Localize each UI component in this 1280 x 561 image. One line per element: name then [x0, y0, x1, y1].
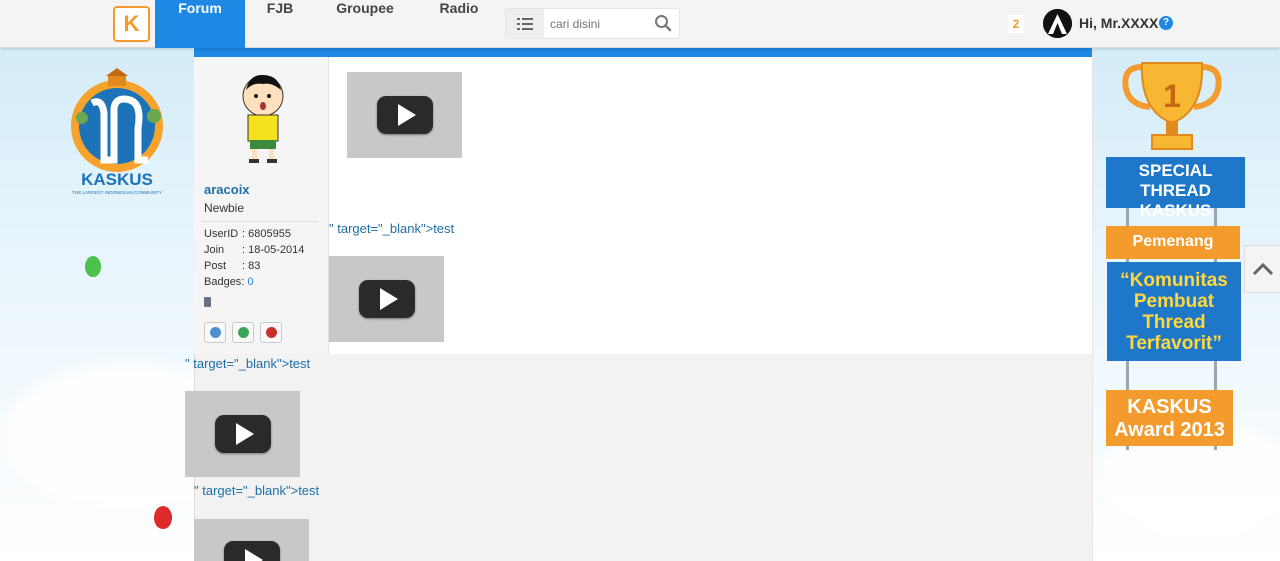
badges-link[interactable]: 0 [247, 276, 253, 288]
scroll-to-top-button[interactable] [1244, 245, 1280, 293]
award-banner: KASKUS Award 2013 [1106, 390, 1233, 446]
play-icon [223, 541, 280, 561]
user-avatar-icon [1043, 9, 1072, 38]
video-embed[interactable] [194, 519, 309, 561]
report-icon [265, 327, 277, 338]
nav-forum[interactable]: Forum [155, 0, 245, 48]
post-header-bar [194, 48, 1092, 57]
user-greeting[interactable]: Hi, Mr.XXXX [1079, 15, 1158, 31]
avatar[interactable] [1043, 9, 1072, 38]
special-thread-banner[interactable]: SPECIAL THREAD KASKUS [1106, 157, 1245, 220]
badge-icon [204, 297, 211, 307]
category-list-button[interactable] [506, 9, 544, 38]
meta-key: Join [204, 244, 225, 256]
nav-radio[interactable]: Radio [428, 0, 490, 48]
play-icon [376, 96, 433, 134]
meta-value: : 83 [242, 260, 261, 272]
user-rank: Newbie [204, 201, 245, 215]
kaskus-mascot-logo: KASKUS THE LARGEST INDONESIAN COMMUNITY [71, 68, 163, 195]
video-embed[interactable] [185, 391, 300, 477]
pemenang-banner: Pemenang [1106, 226, 1240, 259]
kaskus-logo-button[interactable]: K [113, 6, 150, 42]
post-overflow-area [194, 354, 1092, 561]
meta-key: Post [204, 260, 227, 272]
add-friend-icon [237, 327, 249, 338]
meta-value: : 6805955 [242, 228, 291, 240]
chevron-up-icon [1252, 262, 1273, 276]
user-meta-post: Post : 83 [204, 260, 260, 272]
search-icon[interactable] [654, 14, 672, 32]
user-avatar[interactable] [238, 72, 288, 164]
trophy-icon: 1 [1122, 62, 1222, 150]
broken-link-text[interactable]: " target="_blank">test [329, 221, 454, 236]
broken-link-text[interactable]: " target="_blank">test [185, 356, 310, 371]
play-icon [358, 280, 415, 318]
user-meta-join: Join : 18-05-2014 [204, 244, 304, 256]
balloon-decoration [85, 256, 101, 277]
meta-value: : 18-05-2014 [242, 244, 305, 256]
user-meta-badges: Badges: 0 [204, 276, 254, 288]
play-icon [214, 415, 271, 453]
nav-groupee[interactable]: Groupee [325, 0, 405, 48]
help-icon[interactable]: ? [1159, 16, 1173, 30]
nav-fjb[interactable]: FJB [250, 0, 310, 48]
broken-link-text[interactable]: " target="_blank">test [194, 483, 319, 498]
meta-key: UserID [204, 228, 239, 240]
balloon-decoration [154, 506, 172, 529]
video-embed[interactable] [347, 72, 462, 158]
brand-tagline-text: THE LARGEST INDONESIAN COMMUNITY [72, 190, 161, 195]
meta-key: Badges [204, 276, 242, 288]
search-input[interactable] [550, 14, 650, 34]
list-icon [517, 17, 533, 30]
search-box [505, 8, 680, 39]
post-username[interactable]: aracoix [204, 182, 250, 197]
top-navbar: K Forum FJB Groupee Radio 2 Hi, Mr.XXXX … [0, 0, 1280, 48]
video-embed[interactable] [329, 256, 444, 342]
brand-name-text: KASKUS [81, 170, 153, 189]
profile-button[interactable] [204, 322, 226, 343]
report-button[interactable] [260, 322, 282, 343]
trophy-rank-text: 1 [1163, 78, 1181, 114]
divider [201, 221, 318, 222]
add-friend-button[interactable] [232, 322, 254, 343]
user-meta-userid: UserID: 6805955 [204, 228, 291, 240]
kaskus-brand-logo: KASKUS THE LARGEST INDONESIAN COMMUNITY [62, 68, 172, 198]
category-banner: “Komunitas Pembuat Thread Terfavorit” [1107, 262, 1241, 361]
profile-icon [209, 327, 221, 338]
notification-count[interactable]: 2 [1008, 15, 1024, 33]
